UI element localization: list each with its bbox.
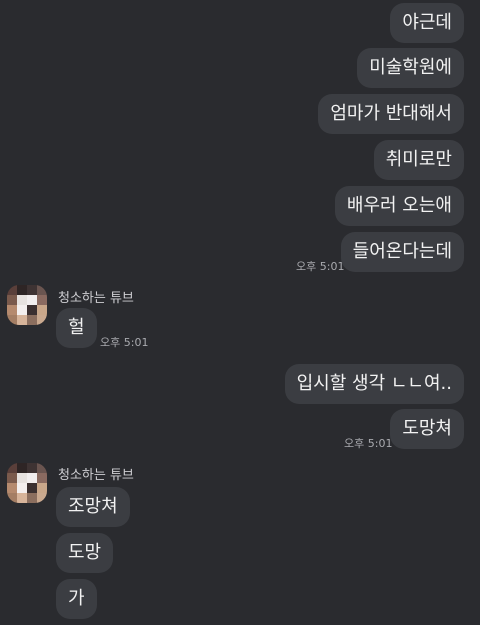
message-bubble-outgoing[interactable]: 도망쳐 (390, 409, 464, 449)
message-bubble-outgoing[interactable]: 야근데 (390, 3, 464, 43)
message-bubble-incoming[interactable]: 조망쳐 (56, 487, 130, 527)
sender-name: 청소하는 튜브 (58, 468, 134, 483)
avatar[interactable] (7, 285, 47, 325)
chat-area: 야근데 미술학원에 엄마가 반대해서 취미로만 배우러 오는애 들어온다는데 오… (0, 0, 480, 625)
message-timestamp: 오후 5:01 (100, 336, 149, 349)
message-bubble-incoming[interactable]: 가 (56, 579, 97, 619)
message-bubble-incoming[interactable]: 헐 (56, 308, 97, 348)
message-bubble-incoming[interactable]: 도망 (56, 533, 114, 573)
message-bubble-outgoing[interactable]: 미술학원에 (357, 48, 464, 88)
message-bubble-outgoing[interactable]: 엄마가 반대해서 (318, 94, 464, 134)
message-bubble-outgoing[interactable]: 취미로만 (373, 140, 464, 180)
message-bubble-outgoing[interactable]: 들어온다는데 (340, 232, 464, 272)
message-timestamp: 오후 5:01 (296, 260, 345, 273)
message-bubble-outgoing[interactable]: 배우러 오는애 (334, 186, 464, 226)
sender-name: 청소하는 튜브 (58, 291, 134, 306)
message-bubble-outgoing[interactable]: 입시할 생각 ㄴㄴ여.. (284, 364, 464, 404)
avatar[interactable] (7, 463, 47, 503)
message-timestamp: 오후 5:01 (344, 437, 393, 450)
